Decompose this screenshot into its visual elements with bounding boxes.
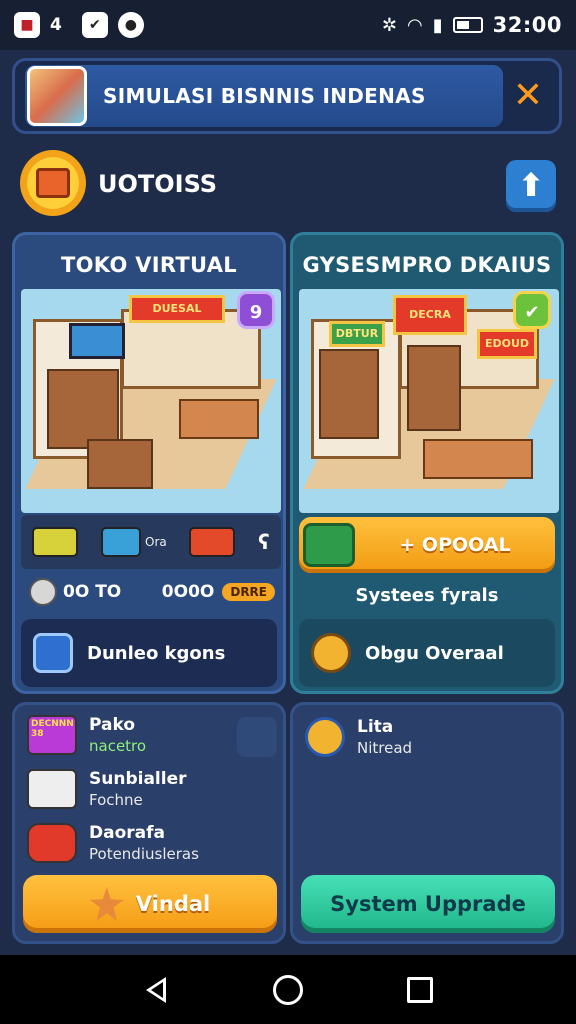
section-title: UOTOISS <box>98 170 218 198</box>
upgrade-button[interactable]: + OPOOAL <box>299 517 555 573</box>
item-subtitle: Nitread <box>357 739 413 757</box>
shelf <box>319 349 379 439</box>
list-item[interactable]: Daorafa Potendiusleras <box>27 823 199 863</box>
shelf <box>87 439 153 489</box>
back-icon <box>146 976 166 1003</box>
upload-button[interactable]: ⬆ <box>506 160 556 212</box>
counter <box>423 439 533 479</box>
button-label: Vindal <box>135 892 211 916</box>
resources-panel: DECNNN 38 Pako nacetro Sunbialler Fochne… <box>12 702 286 944</box>
virtual-store-panel: TOKO VIRTUAL DUESAL 9 Ora ʕ 0O TO 0O0O D… <box>12 232 286 694</box>
price-pill: DRRE <box>222 583 275 601</box>
gamepad-icon <box>27 823 77 863</box>
store-sign: DUESAL <box>129 295 225 323</box>
cost-left: 0O TO <box>63 582 122 602</box>
verified-badge-icon: ✔ <box>513 291 551 329</box>
home-icon <box>273 974 303 1005</box>
game-title: SIMULASI BISNNIS INDENAS <box>103 84 426 108</box>
coin-icon <box>29 578 57 606</box>
home-button[interactable] <box>272 974 304 1006</box>
store-scene-image[interactable]: DUESAL 9 <box>21 289 281 513</box>
battery-icon <box>452 17 483 33</box>
info-label: Dunleo kgons <box>87 642 226 664</box>
recents-icon <box>407 976 433 1003</box>
recents-button[interactable] <box>404 974 436 1006</box>
settings-icon: ✲ <box>381 14 398 36</box>
store-scene-image[interactable]: DECRA EDOUD DBTUR ✔ <box>299 289 559 513</box>
list-item[interactable]: DECNNN 38 Pako nacetro <box>27 715 146 755</box>
slot-placeholder <box>237 717 277 757</box>
star-icon <box>89 887 124 921</box>
chat-icon: ● <box>117 12 144 38</box>
item-label: Ora <box>145 535 167 549</box>
status-bar: ■ 4 ✔ ● ✲ ◠ ▮ 32:00 <box>0 0 576 50</box>
item-title: Pako <box>89 715 136 735</box>
item-subtitle: Potendiusleras <box>89 845 199 863</box>
shield-icon: ✔ <box>81 12 108 38</box>
inventory-row: Ora ʕ <box>21 515 281 569</box>
item-title: Daorafa <box>89 823 165 843</box>
dice-icon <box>27 769 77 809</box>
signal-icon: ▮ <box>432 14 443 36</box>
close-button[interactable]: ✕ <box>511 78 545 114</box>
store-sign: EDOUD <box>477 329 537 359</box>
list-item[interactable]: Lita Nitread <box>305 717 412 757</box>
list-item[interactable]: Sunbialler Fochne <box>27 769 186 809</box>
info-box[interactable]: Dunleo kgons <box>21 619 277 687</box>
store-badge-icon <box>20 150 86 216</box>
shelf <box>47 369 119 449</box>
store-sign: DECRA <box>393 295 467 335</box>
store-thumbnail <box>27 66 87 126</box>
app-notification-icon: ■ <box>14 12 40 38</box>
notification-count: 4 <box>50 15 62 35</box>
cash-icon <box>303 523 355 567</box>
item-subtitle: Fochne <box>89 791 143 809</box>
system-panel: Lita Nitread System Upprade <box>290 702 564 944</box>
info-box[interactable]: Obgu Overaal <box>299 619 555 687</box>
tv-screen <box>69 323 125 359</box>
clock-icon <box>311 633 351 673</box>
info-label: Obgu Overaal <box>365 642 504 664</box>
gear-icon <box>305 717 345 757</box>
title-banner: SIMULASI BISNNIS INDENAS ✕ <box>12 58 562 134</box>
counter <box>179 399 259 439</box>
item-cheese[interactable] <box>32 527 79 557</box>
item-flag[interactable] <box>101 527 142 557</box>
wifi-icon: ◠ <box>407 14 423 36</box>
panel-heading: TOKO VIRTUAL <box>61 253 237 277</box>
store-sign: DBTUR <box>329 321 385 347</box>
item-title: Lita <box>357 717 394 737</box>
back-button[interactable] <box>140 974 172 1006</box>
store-level-badge: 9 <box>237 291 275 329</box>
cost-row: 0O TO 0O0O DRRE <box>29 577 275 607</box>
item-more-icon[interactable]: ʕ <box>258 530 269 554</box>
clock: 32:00 <box>492 13 562 37</box>
shelf <box>407 345 461 431</box>
item-subtitle: nacetro <box>89 737 147 755</box>
vindal-button[interactable]: Vindal <box>23 875 277 933</box>
item-title: Sunbialler <box>89 769 187 789</box>
cube-icon <box>33 633 73 673</box>
panel-heading: GYSESMPRO DKAIUS <box>302 253 552 277</box>
upgrade-label: + OPOOAL <box>399 534 511 556</box>
cost-right: 0O0O <box>161 582 215 602</box>
system-subtitle: Systees fyrals <box>355 585 499 606</box>
system-store-panel: GYSESMPRO DKAIUS DECRA EDOUD DBTUR ✔ + O… <box>290 232 564 694</box>
system-upgrade-button[interactable]: System Upprade <box>301 875 555 933</box>
tag-icon: DECNNN 38 <box>27 715 77 755</box>
navigation-bar <box>0 955 576 1024</box>
item-box[interactable] <box>189 527 236 557</box>
